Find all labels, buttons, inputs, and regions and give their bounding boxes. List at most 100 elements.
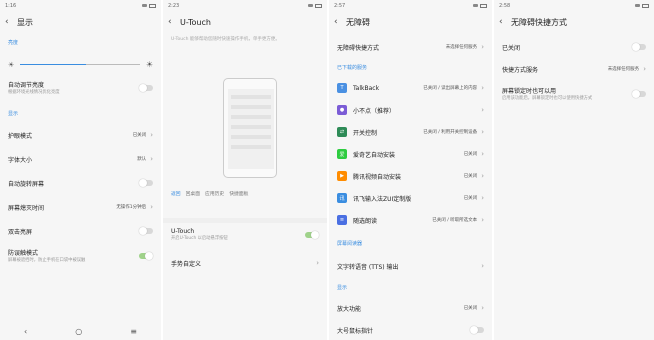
service-value: 已关闭 — [463, 152, 478, 157]
status-time: 2:23 — [168, 2, 180, 9]
service-label: 随选朗读 — [353, 217, 378, 225]
chevron-right-icon: › — [481, 216, 484, 224]
lock-screen-row[interactable]: 屏幕锁定时也可以用 启用该功能后，屏幕锁定时也可以使用快捷方式 — [494, 86, 654, 101]
brightness-slider[interactable] — [20, 64, 140, 65]
talkback-icon: T — [337, 83, 347, 93]
utouch-toggle[interactable] — [305, 230, 319, 239]
auto-brightness-sub: 根据环境光线情况优化亮度 — [8, 90, 60, 95]
chevron-right-icon: › — [481, 43, 484, 51]
lock-screen-toggle[interactable] — [632, 89, 646, 98]
signal-icon — [473, 4, 478, 7]
zoom-label: 放大功能 — [337, 305, 362, 313]
large-pointer-toggle[interactable] — [470, 326, 484, 334]
battery-icon — [149, 3, 156, 8]
back-arrow-icon[interactable]: ‹ — [5, 17, 17, 27]
shortcut-row[interactable]: 无障碍快捷方式 未选择任何服务 › — [329, 40, 492, 54]
chevron-right-icon: › — [481, 262, 484, 270]
battery-icon — [315, 3, 322, 8]
status-time: 1:16 — [5, 2, 17, 9]
screen-timeout-row[interactable]: 屏幕熄灭时间 无操作1分钟后 › — [0, 200, 161, 214]
battery-icon — [642, 3, 649, 8]
auto-brightness-toggle[interactable] — [139, 83, 153, 92]
service-label: 讯飞输入法ZUI定制版 — [353, 195, 412, 203]
tab-back[interactable]: 返回 — [171, 190, 181, 197]
chevron-right-icon: › — [481, 172, 484, 180]
eye-care-label: 护眼模式 — [8, 132, 33, 140]
auto-rotate-toggle[interactable] — [139, 179, 153, 187]
service-value: 已关闭 / 读出屏幕上的内容 — [423, 86, 478, 91]
service-row-select-speak[interactable]: ≡ 随选朗读 已关闭 / 听取所选文本 › — [329, 214, 492, 226]
utouch-panel: 2:23 ‹ U-Touch U-Touch 能够帮助您随时快速操作手机，单手更… — [163, 0, 327, 340]
utouch-label: U-Touch — [171, 228, 195, 235]
signal-icon — [142, 4, 147, 7]
service-row-ifly[interactable]: 讯 讯飞输入法ZUI定制版 已关闭 › — [329, 192, 492, 204]
shortcut-value: 未选择任何服务 — [445, 45, 478, 50]
font-size-row[interactable]: 字体大小 默认 › — [0, 152, 161, 166]
section-display: 显示 — [8, 111, 19, 117]
double-tap-row[interactable]: 双击亮屏 — [0, 224, 161, 238]
accessibility-shortcut-panel: 2:58 ‹ 无障碍快捷方式 已关闭 快捷方式服务 未选择任何服务 › 屏幕锁定… — [494, 0, 654, 340]
service-label: TalkBack — [353, 84, 380, 92]
utouch-sub: 开启U-Touch 以启动悬浮按钮 — [171, 236, 228, 241]
auto-rotate-row[interactable]: 自动旋转屏幕 — [0, 176, 161, 190]
auto-brightness-label: 自动调节亮度 — [8, 82, 45, 89]
tab-shortcut-panel[interactable]: 快捷面板 — [229, 190, 248, 197]
back-arrow-icon[interactable]: ‹ — [168, 17, 180, 27]
accessibility-panel: 2:57 ‹ 无障碍 无障碍快捷方式 未选择任何服务 › 已下载的服务 T Ta… — [329, 0, 492, 340]
tab-home[interactable]: 回桌面 — [186, 190, 200, 197]
service-row-dot[interactable]: ● 小不点（推荐） › — [329, 104, 492, 116]
service-row-talkback[interactable]: T TalkBack 已关闭 / 读出屏幕上的内容 › — [329, 82, 492, 94]
sun-small-icon: ☀ — [8, 60, 15, 69]
service-value: 已关闭 — [463, 174, 478, 179]
font-size-label: 字体大小 — [8, 156, 33, 164]
page-title: 无障碍 — [346, 17, 370, 27]
tts-label: 文字转语音 (TTS) 输出 — [337, 263, 399, 271]
battery-icon — [480, 3, 487, 8]
chevron-right-icon: › — [481, 194, 484, 202]
tab-app-history[interactable]: 应用历史 — [205, 190, 224, 197]
status-bar: 2:58 — [494, 0, 654, 11]
shortcut-service-row[interactable]: 快捷方式服务 未选择任何服务 › — [494, 62, 654, 76]
service-row-tencent[interactable]: ▶ 腾讯视频自动安装 已关闭 › — [329, 170, 492, 182]
service-value: 已关闭 / 利用开关控制设备 — [423, 130, 478, 135]
shortcut-label: 无障碍快捷方式 — [337, 44, 380, 52]
anti-touch-toggle[interactable] — [139, 251, 153, 260]
service-row-switch[interactable]: ⇄ 开关控制 已关闭 / 利用开关控制设备 › — [329, 126, 492, 138]
screen-timeout-value: 无操作1分钟后 — [116, 205, 147, 210]
shortcut-status-row[interactable]: 已关闭 — [494, 40, 654, 54]
nav-menu-icon[interactable]: ≡ — [130, 327, 137, 336]
shortcut-toggle[interactable] — [632, 43, 646, 51]
back-arrow-icon[interactable]: ‹ — [499, 17, 511, 27]
page-title: U-Touch — [180, 17, 211, 27]
eye-care-row[interactable]: 护眼模式 已关闭 › — [0, 128, 161, 142]
large-pointer-row[interactable]: 大号鼠标指针 — [329, 324, 492, 336]
service-value: 已关闭 — [463, 196, 478, 201]
status-bar: 2:57 — [329, 0, 492, 11]
utouch-tabs: 返回 回桌面 应用历史 快捷面板 — [163, 190, 327, 197]
select-to-speak-icon: ≡ — [337, 215, 347, 225]
gesture-custom-row[interactable]: 手势自定义 › — [163, 256, 327, 270]
shortcut-status-label: 已关闭 — [502, 44, 521, 52]
switch-icon: ⇄ — [337, 127, 347, 137]
eye-care-value: 已关闭 — [132, 133, 147, 138]
double-tap-label: 双击亮屏 — [8, 228, 33, 236]
anti-touch-row[interactable]: 防误触模式 屏幕被遮挡时，防止手机在口袋中被误触 — [0, 248, 161, 263]
lock-screen-label: 屏幕锁定时也可以用 — [502, 88, 557, 95]
tts-row[interactable]: 文字转语音 (TTS) 输出 › — [329, 260, 492, 272]
utouch-toggle-row[interactable]: U-Touch 开启U-Touch 以启动悬浮按钮 — [163, 228, 327, 241]
chevron-right-icon: › — [481, 128, 484, 136]
chevron-right-icon: › — [316, 259, 319, 267]
status-time: 2:58 — [499, 2, 511, 9]
section-downloaded: 已下载的服务 — [337, 65, 368, 71]
auto-brightness-row[interactable]: 自动调节亮度 根据环境光线情况优化亮度 — [0, 80, 161, 95]
service-label: 爱奇艺自动安装 — [353, 151, 396, 159]
nav-home-icon[interactable]: ○ — [75, 327, 82, 336]
zoom-row[interactable]: 放大功能 已关闭 › — [329, 302, 492, 314]
double-tap-toggle[interactable] — [139, 227, 153, 235]
chevron-right-icon: › — [150, 131, 153, 139]
nav-back-icon[interactable]: ‹ — [24, 327, 27, 336]
back-arrow-icon[interactable]: ‹ — [334, 17, 346, 27]
auto-rotate-label: 自动旋转屏幕 — [8, 180, 45, 188]
signal-icon — [308, 4, 313, 7]
service-row-iqiyi[interactable]: 爱 爱奇艺自动安装 已关闭 › — [329, 148, 492, 160]
